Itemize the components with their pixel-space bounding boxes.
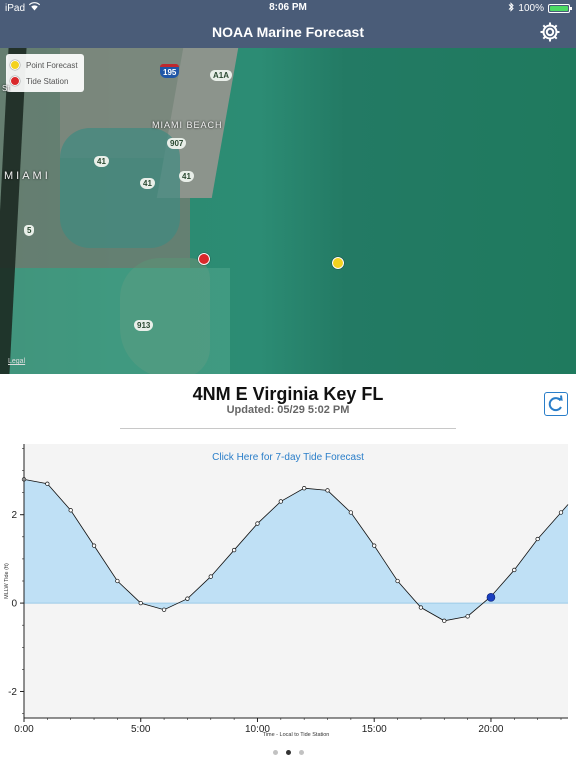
x-axis-label: Time - Local to Tide Station — [263, 732, 330, 738]
tide-point-11 — [278, 499, 283, 504]
battery-percent: 100% — [518, 3, 544, 14]
tide-point-14 — [348, 510, 354, 515]
bluetooth-icon — [508, 2, 515, 15]
legend-tide-station-label: Tide Station — [26, 76, 69, 86]
map-label-st: St — [2, 84, 10, 93]
legend-point-forecast: Point Forecast — [10, 60, 78, 70]
tide-point-3 — [91, 543, 97, 548]
tide-point-13 — [325, 488, 330, 493]
gear-icon — [540, 22, 560, 42]
refresh-button[interactable] — [544, 392, 568, 416]
tide-station-marker[interactable] — [198, 253, 210, 265]
map-view[interactable]: Point Forecast Tide Station MIAMI BEACH … — [0, 48, 576, 374]
status-bar: iPad 8:06 PM 100% — [0, 0, 576, 16]
route-41-shield-c: 41 — [140, 178, 155, 189]
tide-point-18 — [442, 618, 447, 623]
page-indicator[interactable] — [0, 750, 576, 755]
tide-point-19 — [465, 614, 470, 619]
point-forecast-dot-icon — [10, 60, 20, 70]
tide-point-2 — [68, 508, 73, 513]
current-tide-marker — [486, 593, 496, 602]
x-tick-label-4: 20:00 — [478, 724, 503, 735]
tide-station-dot-icon — [10, 76, 20, 86]
updated-timestamp: Updated: 05/29 5:02 PM — [226, 404, 350, 416]
y-tick-label-1: 0 — [11, 599, 17, 610]
map-label-miami-beach: MIAMI BEACH — [152, 120, 223, 130]
status-time: 8:06 PM — [269, 2, 307, 13]
map-water-bay — [60, 128, 180, 248]
page-dot-2[interactable] — [285, 750, 291, 755]
route-907-shield: 907 — [167, 138, 187, 149]
tide-point-16 — [395, 578, 400, 584]
route-41-shield-b: 41 — [179, 171, 194, 182]
nav-bar: NOAA Marine Forecast — [0, 16, 576, 48]
station-title: 4NM E Virginia Key FL — [192, 384, 384, 404]
y-tick-label-0: -2 — [8, 687, 17, 698]
tide-point-15 — [372, 543, 377, 548]
tide-point-8 — [208, 574, 213, 579]
map-legal-link[interactable]: Legal — [8, 358, 25, 365]
settings-button[interactable] — [538, 20, 562, 44]
battery-icon — [548, 4, 572, 13]
refresh-icon — [548, 395, 563, 412]
route-i195-shield: 195 — [160, 64, 180, 78]
tide-point-6 — [161, 607, 167, 612]
legend-tide-station: Tide Station — [10, 76, 68, 86]
tide-point-1 — [45, 481, 50, 486]
y-axis-label: MLLW Tide (ft) — [4, 563, 10, 599]
tide-point-5 — [138, 600, 143, 606]
tide-point-4 — [115, 578, 120, 584]
tide-chart: 0:00 5:00 10:00 15:00 20:00-202 Click Here f… — [4, 444, 569, 738]
map-label-miami: MIAMI — [4, 170, 51, 182]
y-tick-label-2: 2 — [11, 510, 17, 521]
x-tick-label-3: 15:00 — [362, 724, 387, 735]
nav-title: NOAA Marine Forecast — [212, 24, 364, 40]
route-913-shield: 913 — [134, 320, 154, 331]
tide-point-17 — [418, 605, 424, 610]
page-dot-3[interactable] — [298, 750, 304, 755]
x-tick-label-1: 5:00 — [131, 724, 151, 735]
tide-forecast-link[interactable]: Click Here for 7-day Tide Forecast — [212, 452, 364, 463]
legend-point-forecast-label: Point Forecast — [26, 60, 78, 70]
map-shallows — [0, 268, 230, 374]
route-a1a-shield: A1A — [210, 70, 233, 81]
header-divider — [120, 428, 456, 429]
tide-point-22 — [535, 536, 540, 542]
tide-point-23 — [558, 510, 564, 515]
route-41-shield-a: 41 — [94, 156, 109, 167]
tide-point-12 — [302, 486, 307, 491]
map-legend: Point Forecast Tide Station — [6, 54, 84, 92]
tide-point-9 — [231, 547, 237, 553]
tide-point-10 — [255, 521, 260, 526]
page-dot-1[interactable] — [272, 750, 278, 755]
tide-point-21 — [512, 567, 517, 573]
x-tick-label-0: 0:00 — [14, 724, 34, 735]
point-forecast-marker[interactable] — [332, 257, 344, 269]
tide-point-7 — [185, 596, 190, 601]
